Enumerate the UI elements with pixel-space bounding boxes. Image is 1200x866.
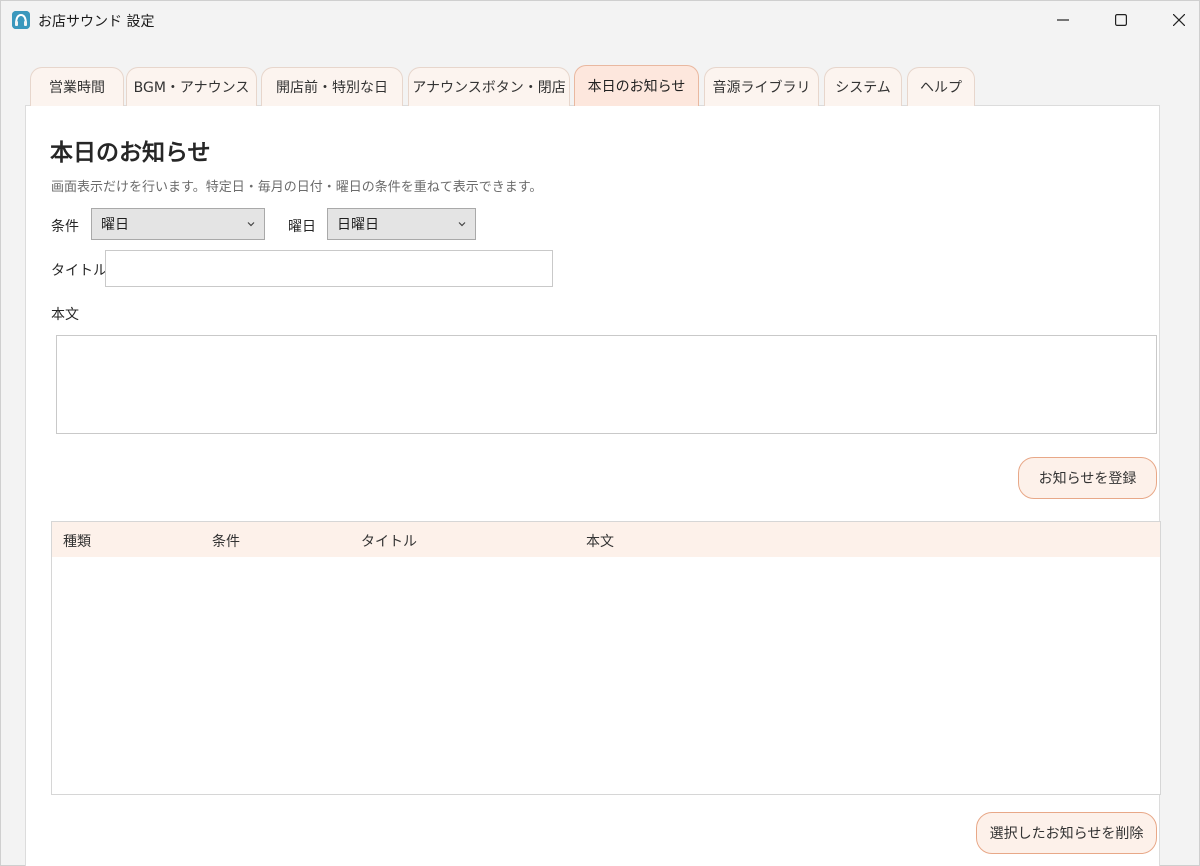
- column-header-body[interactable]: 本文: [586, 531, 614, 551]
- tab-system[interactable]: システム: [824, 67, 902, 106]
- column-header-condition[interactable]: 条件: [212, 531, 240, 551]
- minimize-button[interactable]: [1034, 1, 1092, 39]
- weekday-select[interactable]: 日曜日: [327, 208, 476, 240]
- condition-label: 条件: [51, 219, 79, 235]
- maximize-icon: [1115, 14, 1127, 26]
- close-icon: [1173, 14, 1185, 26]
- delete-selected-notice-button[interactable]: 選択したお知らせを削除: [976, 812, 1157, 854]
- condition-select[interactable]: 曜日: [91, 208, 265, 240]
- column-header-type[interactable]: 種類: [63, 531, 91, 551]
- tab-business-hours[interactable]: 営業時間: [30, 67, 124, 106]
- minimize-icon: [1057, 19, 1069, 21]
- app-logo-icon: [12, 11, 30, 29]
- maximize-button[interactable]: [1092, 1, 1150, 39]
- tab-before-open-special[interactable]: 開店前・特別な日: [261, 67, 403, 106]
- body-label: 本文: [51, 307, 79, 323]
- chevron-down-icon: [247, 222, 255, 227]
- page-description: 画面表示だけを行います。特定日・毎月の日付・曜日の条件を重ねて表示できます。: [51, 180, 543, 195]
- title-input[interactable]: [105, 250, 553, 287]
- title-bar: お店サウンド 設定: [1, 1, 1199, 39]
- tab-bgm-announce[interactable]: BGM・アナウンス: [126, 67, 257, 106]
- tab-announce-button-close[interactable]: アナウンスボタン・閉店: [408, 67, 570, 106]
- close-button[interactable]: [1150, 1, 1200, 39]
- body-textarea[interactable]: [56, 335, 1157, 434]
- table-header: 種類 条件 タイトル 本文: [52, 522, 1160, 557]
- page-title: 本日のお知らせ: [50, 140, 211, 166]
- column-header-title[interactable]: タイトル: [361, 531, 417, 551]
- window-title: お店サウンド 設定: [38, 14, 155, 30]
- tab-help[interactable]: ヘルプ: [907, 67, 975, 106]
- weekday-select-value: 日曜日: [337, 217, 379, 233]
- condition-select-value: 曜日: [101, 217, 129, 233]
- notice-table[interactable]: 種類 条件 タイトル 本文: [51, 521, 1161, 795]
- settings-window: お店サウンド 設定 営業時間 BGM・アナウンス 開店前・特別な日 アナウンスボ…: [0, 0, 1200, 866]
- tab-todays-notice[interactable]: 本日のお知らせ: [574, 65, 699, 106]
- chevron-down-icon: [458, 222, 466, 227]
- title-label: タイトル: [51, 263, 107, 279]
- tab-sound-library[interactable]: 音源ライブラリ: [704, 67, 819, 106]
- register-notice-button[interactable]: お知らせを登録: [1018, 457, 1157, 499]
- weekday-label: 曜日: [288, 219, 316, 235]
